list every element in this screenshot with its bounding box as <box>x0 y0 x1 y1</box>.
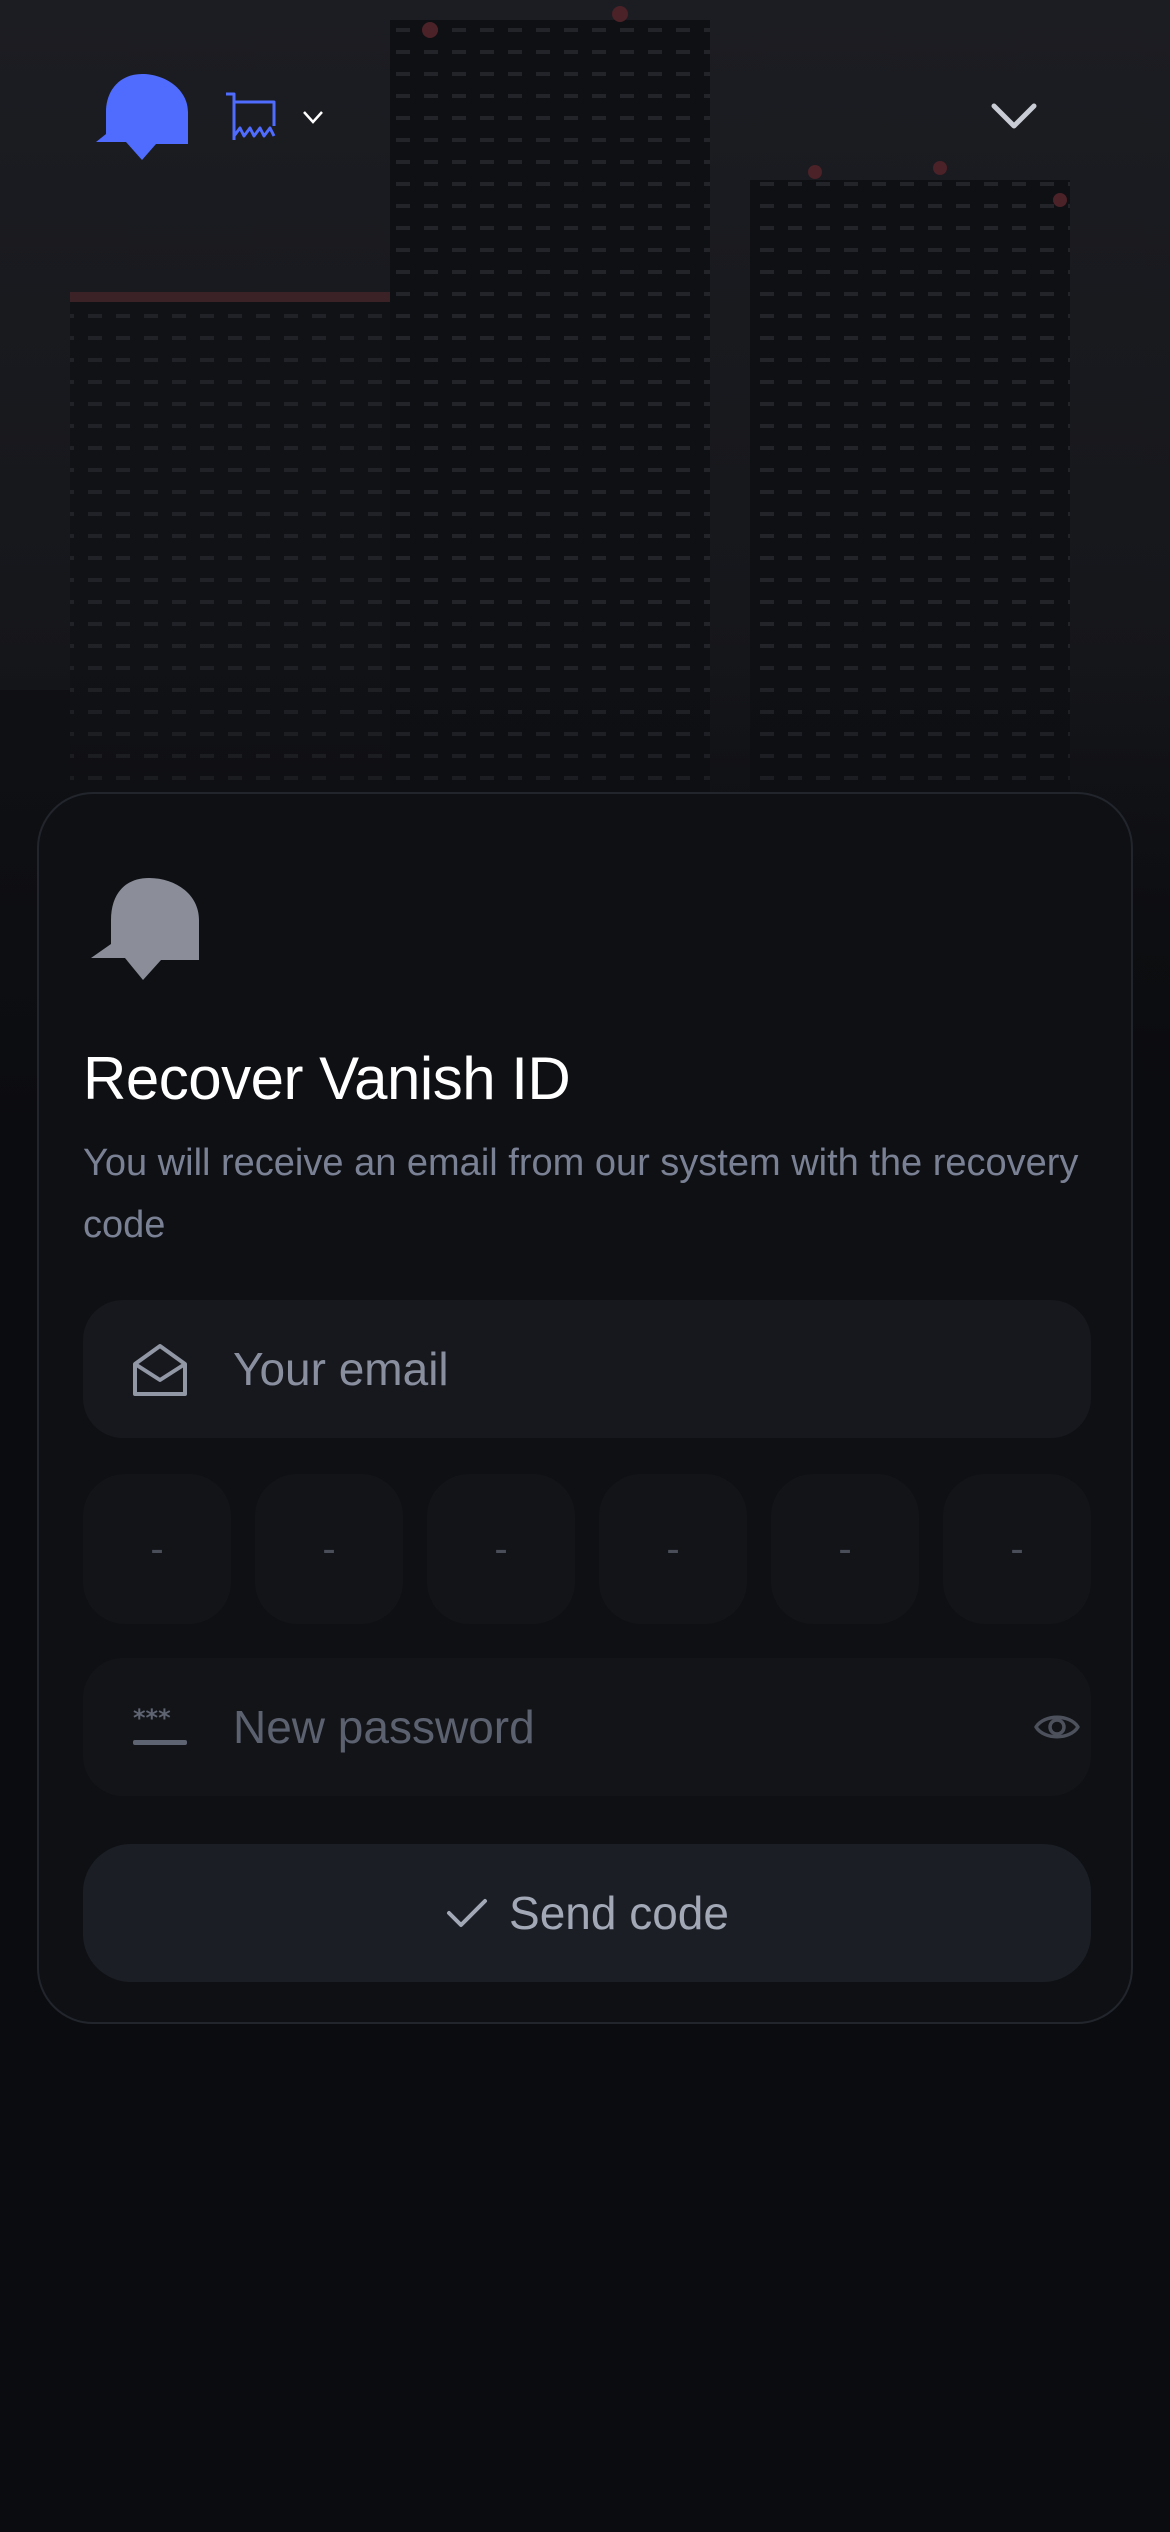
envelope-open-icon <box>133 1344 187 1396</box>
new-password-input[interactable] <box>233 1658 993 1796</box>
page-title: Recover Vanish ID <box>83 1045 571 1112</box>
code-digit-2[interactable]: - <box>255 1474 403 1624</box>
send-code-label: Send code <box>509 1887 729 1939</box>
page-subtitle: You will receive an email from our syste… <box>83 1142 1079 1246</box>
new-password-field[interactable]: *** <box>83 1658 1091 1796</box>
send-code-button[interactable]: Send code <box>83 1844 1091 1982</box>
top-bar <box>0 0 1170 230</box>
ghost-logo-icon[interactable] <box>96 72 188 162</box>
eye-icon[interactable] <box>1033 1706 1081 1748</box>
ghost-logo-icon <box>91 878 199 980</box>
chevron-down-icon[interactable] <box>300 104 326 130</box>
code-digit-6[interactable]: - <box>943 1474 1091 1624</box>
storefront-icon[interactable] <box>222 88 278 144</box>
email-field[interactable] <box>83 1300 1091 1438</box>
password-dots-icon: *** <box>133 1704 187 1745</box>
code-digit-1[interactable]: - <box>83 1474 231 1624</box>
code-digit-4[interactable]: - <box>599 1474 747 1624</box>
verification-code-inputs: - - - - - - <box>83 1474 1093 1624</box>
svg-text:***: *** <box>133 1704 171 1732</box>
code-digit-3[interactable]: - <box>427 1474 575 1624</box>
code-digit-5[interactable]: - <box>771 1474 919 1624</box>
email-input[interactable] <box>233 1300 993 1438</box>
check-icon <box>447 1899 488 1927</box>
menu-chevron-down-icon[interactable] <box>988 96 1040 136</box>
recover-card: Recover Vanish ID You will receive an em… <box>37 792 1133 2024</box>
